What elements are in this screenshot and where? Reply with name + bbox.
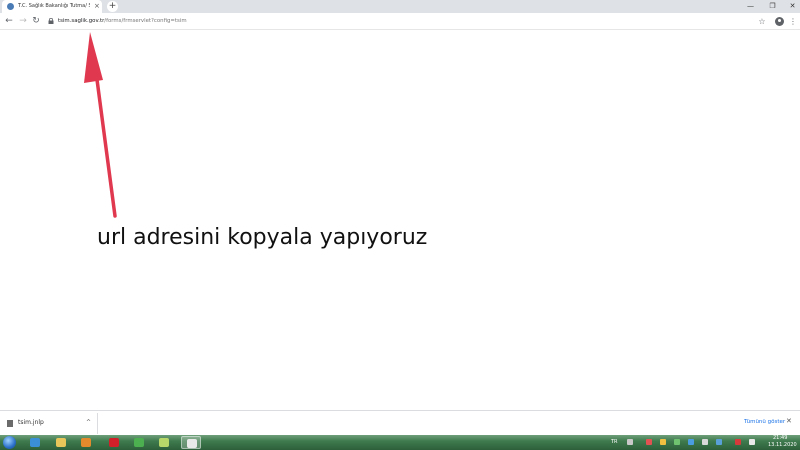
tray-icon[interactable] (646, 439, 652, 445)
file-icon (7, 420, 13, 427)
windows-taskbar: TR 21:49 13.11.2020 (0, 435, 800, 450)
opera-icon (109, 438, 119, 447)
download-bar: tsim.jnlp ^ Tümünü göster ✕ (0, 410, 800, 435)
maximize-button[interactable]: ❐ (766, 0, 779, 13)
internet-explorer-icon (30, 438, 40, 447)
download-item[interactable]: tsim.jnlp ^ (4, 413, 98, 434)
url-host: tsim.saglik.gov.tr (58, 18, 105, 24)
browser-tab[interactable]: T.C. Sağlık Bakanlığı Tutma/ Sağlık × (2, 0, 102, 13)
new-tab-button[interactable]: + (107, 1, 118, 12)
taskbar-app-internet-explorer[interactable] (25, 436, 45, 449)
taskbar-app-opera[interactable] (104, 436, 124, 449)
chrome-icon (134, 438, 144, 447)
chevron-up-icon[interactable]: ^ (86, 418, 91, 428)
bookmark-star-icon[interactable]: ☆ (756, 15, 768, 28)
minimize-button[interactable]: — (744, 0, 757, 13)
screen: T.C. Sağlık Bakanlığı Tutma/ Sağlık × + … (0, 0, 800, 450)
file-explorer-icon (56, 438, 66, 447)
language-indicator[interactable]: TR (611, 439, 618, 446)
browser-toolbar: ← → ↻ tsim.saglik.gov.tr/forms/frmservle… (0, 13, 800, 30)
tab-strip: T.C. Sağlık Bakanlığı Tutma/ Sağlık × + … (0, 0, 800, 13)
taskbar-app-file-explorer[interactable] (51, 436, 71, 449)
taskbar-app-java-launcher[interactable] (181, 436, 201, 449)
tab-title: T.C. Sağlık Bakanlığı Tutma/ Sağlık (18, 3, 90, 9)
clock-date[interactable]: 13.11.2020 (768, 442, 797, 449)
taskbar-app-notes[interactable] (154, 436, 174, 449)
tray-icon[interactable] (674, 439, 680, 445)
page-content (0, 30, 800, 410)
menu-icon[interactable]: ⋮ (787, 15, 799, 28)
site-favicon-icon (7, 3, 14, 10)
show-all-downloads-link[interactable]: Tümünü göster (744, 417, 785, 427)
tray-icon[interactable] (702, 439, 708, 445)
annotation-caption: url adresini kopyala yapıyoruz (97, 225, 428, 250)
download-file-name: tsim.jnlp (18, 419, 44, 426)
reload-button[interactable]: ↻ (30, 15, 42, 28)
notes-icon (159, 438, 169, 447)
close-download-bar-icon[interactable]: ✕ (786, 416, 792, 426)
taskbar-app-chrome[interactable] (129, 436, 149, 449)
profile-avatar[interactable] (775, 17, 784, 26)
tray-icon[interactable] (716, 439, 722, 445)
close-window-button[interactable]: ✕ (786, 0, 799, 13)
forward-button[interactable]: → (17, 15, 29, 28)
start-button[interactable] (3, 436, 16, 449)
taskbar-app-media-player[interactable] (76, 436, 96, 449)
tab-close-icon[interactable]: × (94, 1, 100, 11)
media-player-icon (81, 438, 91, 447)
url-path: /forms/frmservlet?config=tsim (104, 18, 187, 24)
tray-icon[interactable] (688, 439, 694, 445)
lock-icon[interactable] (48, 18, 54, 24)
java-launcher-icon (187, 439, 197, 448)
back-button[interactable]: ← (3, 15, 15, 28)
address-bar[interactable]: tsim.saglik.gov.tr/forms/frmservlet?conf… (58, 16, 187, 26)
volume-icon[interactable] (749, 439, 755, 445)
clock-time[interactable]: 21:49 (773, 435, 787, 442)
tray-icon[interactable] (627, 439, 633, 445)
tray-icon[interactable] (735, 439, 741, 445)
tray-icon[interactable] (660, 439, 666, 445)
